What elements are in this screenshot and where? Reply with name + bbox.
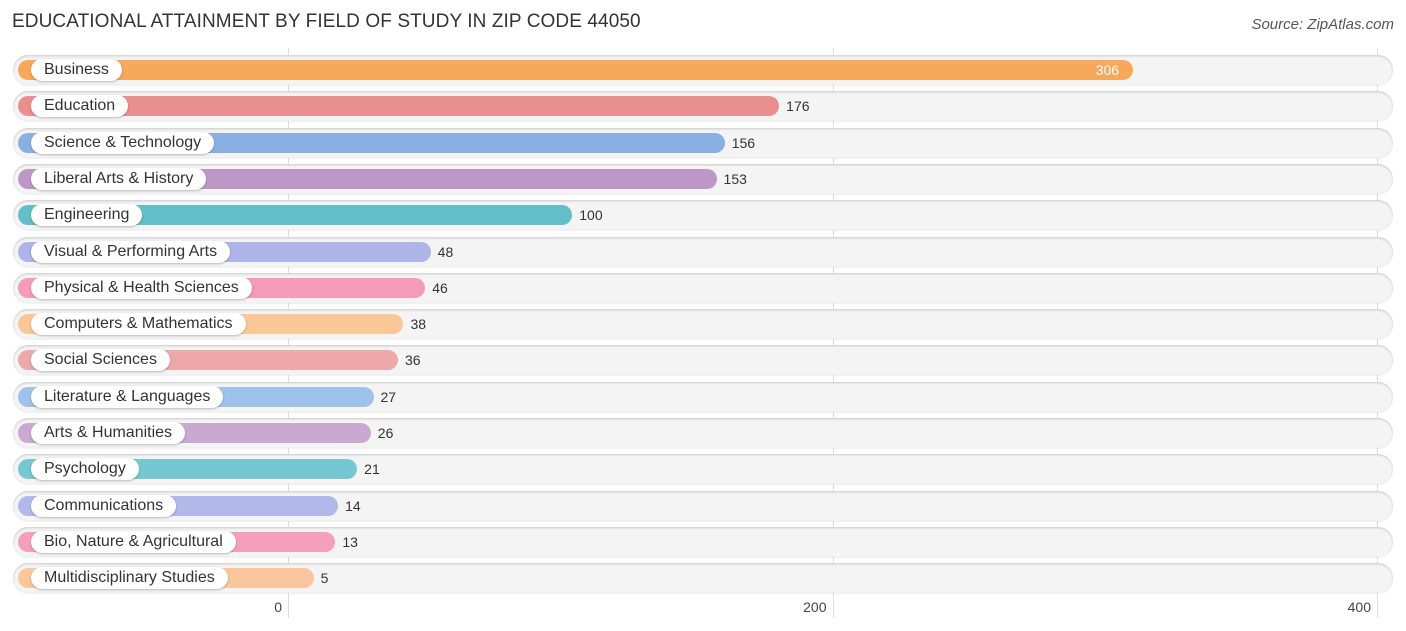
category-label: Literature & Languages: [31, 385, 224, 408]
category-label: Arts & Humanities: [31, 422, 186, 444]
bar-chart: 0 200 400 Business 306 Education 176 Science & …: [0, 0, 1406, 631]
category-label: Engineering: [31, 204, 143, 227]
bar: [18, 96, 780, 117]
category-label: Science & Technology: [31, 131, 215, 154]
bar: [18, 60, 1134, 80]
x-tick-label: 0: [274, 599, 282, 615]
category-label: Liberal Arts & History: [31, 167, 207, 190]
value-label: 13: [342, 533, 358, 550]
value-label: 176: [786, 98, 810, 115]
category-label: Computers & Mathematics: [31, 313, 246, 336]
value-label: 21: [364, 461, 380, 478]
category-label: Multidisciplinary Studies: [31, 567, 228, 590]
value-label: 156: [731, 134, 756, 151]
category-label: Social Sciences: [31, 349, 170, 372]
category-label: Psychology: [31, 458, 139, 481]
category-label: Education: [31, 95, 129, 118]
category-label: Visual & Performing Arts: [31, 240, 231, 263]
x-tick-label: 200: [803, 599, 827, 615]
x-tick-label: 400: [1347, 599, 1371, 615]
category-label: Communications: [31, 494, 177, 517]
value-label: 46: [432, 279, 448, 296]
category-label: Business: [31, 59, 122, 81]
value-label: 5: [320, 570, 329, 587]
category-label: Bio, Nature & Agricultural: [31, 530, 236, 553]
value-label: 36: [405, 352, 421, 369]
category-label: Physical & Health Sciences: [31, 276, 252, 299]
value-label: 306: [1095, 62, 1120, 78]
value-label: 26: [377, 425, 394, 441]
value-label: 48: [437, 243, 454, 260]
value-label: 14: [345, 497, 361, 514]
value-label: 153: [723, 170, 747, 187]
value-label: 100: [579, 207, 603, 224]
value-label: 27: [380, 388, 397, 405]
value-label: 38: [410, 316, 427, 333]
